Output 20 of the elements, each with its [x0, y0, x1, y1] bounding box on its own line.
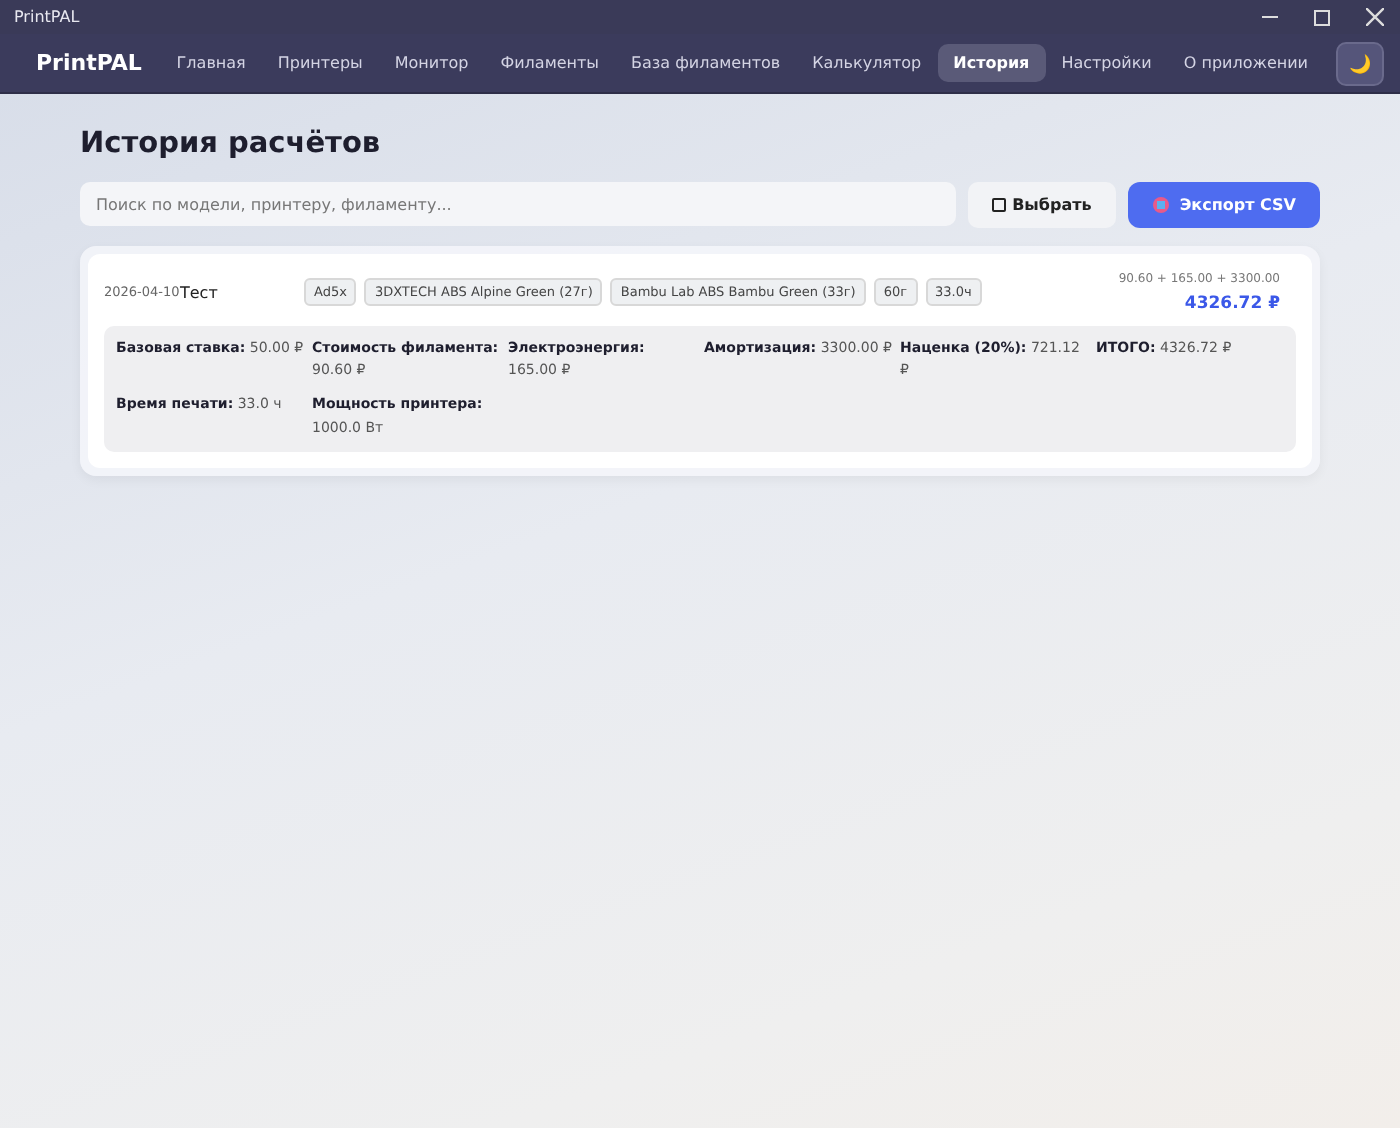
- app-logo: PrintPAL: [36, 50, 142, 76]
- theme-toggle-button[interactable]: 🌙: [1336, 41, 1384, 85]
- nav-tab[interactable]: Монитор: [378, 44, 485, 82]
- nav-tab[interactable]: История: [937, 44, 1046, 82]
- nav-tab[interactable]: База филаментов: [614, 44, 797, 82]
- nav-tab[interactable]: Настройки: [1045, 44, 1168, 82]
- total-price: 4326.72 ₽: [1184, 293, 1280, 313]
- nav-tab[interactable]: Главная: [160, 44, 262, 82]
- export-csv-button[interactable]: Экспорт CSV: [1127, 182, 1320, 228]
- nav-tab[interactable]: О приложении: [1167, 44, 1324, 82]
- page-title: История расчётов: [80, 128, 383, 160]
- select-button[interactable]: Выбрать: [968, 182, 1116, 228]
- window-title: PrintPAL: [14, 8, 80, 26]
- search-field[interactable]: Поиск по модели, принтеру, филаменту...: [80, 182, 957, 226]
- export-icon: [1151, 196, 1170, 214]
- nav-tab[interactable]: Принтеры: [261, 44, 379, 82]
- record-name: Тест: [180, 283, 220, 301]
- nav-tab[interactable]: Калькулятор: [796, 44, 938, 82]
- nav-tab[interactable]: Филаменты: [484, 44, 615, 82]
- checkbox-icon: [992, 198, 1007, 212]
